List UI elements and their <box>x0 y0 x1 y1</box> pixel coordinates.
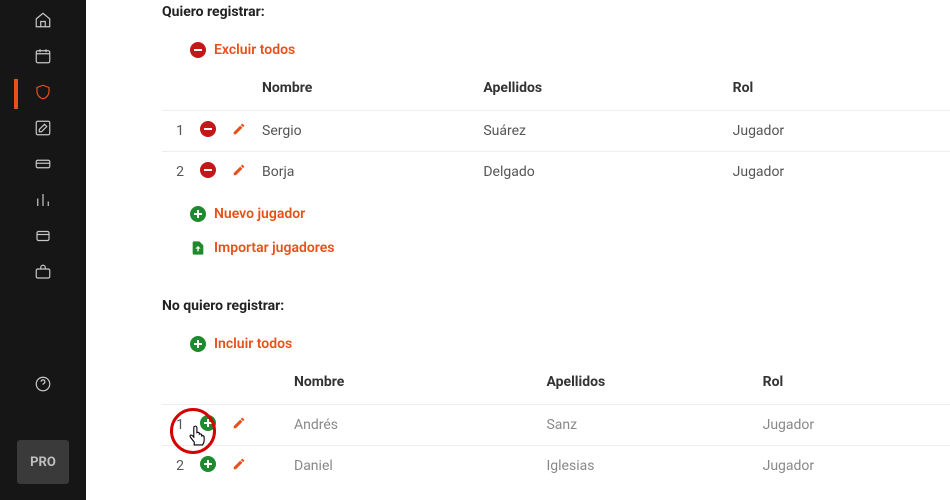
row-number: 1 <box>162 405 192 446</box>
include-row-button[interactable] <box>200 456 216 472</box>
cell-name: Borja <box>254 152 475 193</box>
cell-name: Andrés <box>254 405 538 446</box>
exclude-all-label: Excluir todos <box>214 42 295 58</box>
row-number: 2 <box>162 446 192 487</box>
card-icon <box>34 155 52 177</box>
new-player-label: Nuevo jugador <box>214 206 305 222</box>
table-row: 1 Sergio Suárez Jugador <box>162 111 950 152</box>
import-icon <box>190 240 206 256</box>
edit-row-button[interactable] <box>232 165 246 181</box>
import-players-button[interactable]: Importar jugadores <box>162 234 950 262</box>
new-player-button[interactable]: Nuevo jugador <box>162 200 950 228</box>
cell-role: Jugador <box>725 152 950 193</box>
edit-row-button[interactable] <box>232 124 246 140</box>
sidebar-item-stats[interactable] <box>0 184 86 220</box>
sidebar: PRO <box>0 0 86 500</box>
cell-name: Sergio <box>254 111 475 152</box>
cell-role: Jugador <box>755 405 950 446</box>
include-all-button[interactable]: Incluir todos <box>162 330 950 358</box>
unregister-section-title: No quiero registrar: <box>162 298 950 314</box>
minus-circle-icon <box>190 42 206 58</box>
pro-badge[interactable]: PRO <box>17 440 69 484</box>
column-header-name: Nombre <box>254 70 475 111</box>
calendar-icon <box>34 47 52 69</box>
id-badge-icon <box>34 227 52 249</box>
cell-surname: Sanz <box>538 405 754 446</box>
sidebar-item-calendar[interactable] <box>0 40 86 76</box>
row-number: 2 <box>162 152 192 193</box>
cell-role: Jugador <box>755 446 950 487</box>
sidebar-item-home[interactable] <box>0 4 86 40</box>
sidebar-item-shield[interactable] <box>0 76 86 112</box>
exclude-all-button[interactable]: Excluir todos <box>162 36 950 64</box>
column-header-role: Rol <box>755 364 950 405</box>
column-header-name: Nombre <box>254 364 538 405</box>
table-row: 2 Daniel Iglesias Jugador <box>162 446 950 487</box>
register-section-title: Quiero registrar: <box>162 4 950 20</box>
cell-name: Daniel <box>254 446 538 487</box>
row-number: 1 <box>162 111 192 152</box>
bar-chart-icon <box>34 191 52 213</box>
edit-row-button[interactable] <box>232 459 246 475</box>
table-row: 2 Borja Delgado Jugador <box>162 152 950 193</box>
table-row: 1 Andrés Sanz Jugador <box>162 405 950 446</box>
edit-square-icon <box>34 119 52 141</box>
pro-badge-label: PRO <box>30 455 56 470</box>
main-content: Quiero registrar: Excluir todos Nombre A… <box>86 0 950 500</box>
include-all-label: Incluir todos <box>214 336 292 352</box>
sidebar-item-card[interactable] <box>0 148 86 184</box>
exclude-row-button[interactable] <box>200 162 216 178</box>
include-row-button[interactable] <box>200 415 216 431</box>
plus-circle-icon <box>190 336 206 352</box>
shield-icon <box>34 83 52 105</box>
cell-surname: Delgado <box>475 152 724 193</box>
sidebar-item-help[interactable] <box>0 368 86 404</box>
sidebar-item-edit[interactable] <box>0 112 86 148</box>
exclude-row-button[interactable] <box>200 121 216 137</box>
cell-surname: Suárez <box>475 111 724 152</box>
import-players-label: Importar jugadores <box>214 240 334 256</box>
unregister-table: Nombre Apellidos Rol 1 Andrés Sanz Jugad… <box>162 364 950 486</box>
column-header-surname: Apellidos <box>538 364 754 405</box>
cell-surname: Iglesias <box>538 446 754 487</box>
register-table: Nombre Apellidos Rol 1 Sergio Suárez Jug… <box>162 70 950 192</box>
sidebar-item-briefcase[interactable] <box>0 256 86 292</box>
cell-role: Jugador <box>725 111 950 152</box>
edit-row-button[interactable] <box>232 418 246 434</box>
plus-circle-icon <box>190 206 206 222</box>
briefcase-icon <box>34 263 52 285</box>
column-header-role: Rol <box>725 70 950 111</box>
help-icon <box>34 375 52 397</box>
home-icon <box>34 11 52 33</box>
sidebar-item-badge[interactable] <box>0 220 86 256</box>
column-header-surname: Apellidos <box>475 70 724 111</box>
